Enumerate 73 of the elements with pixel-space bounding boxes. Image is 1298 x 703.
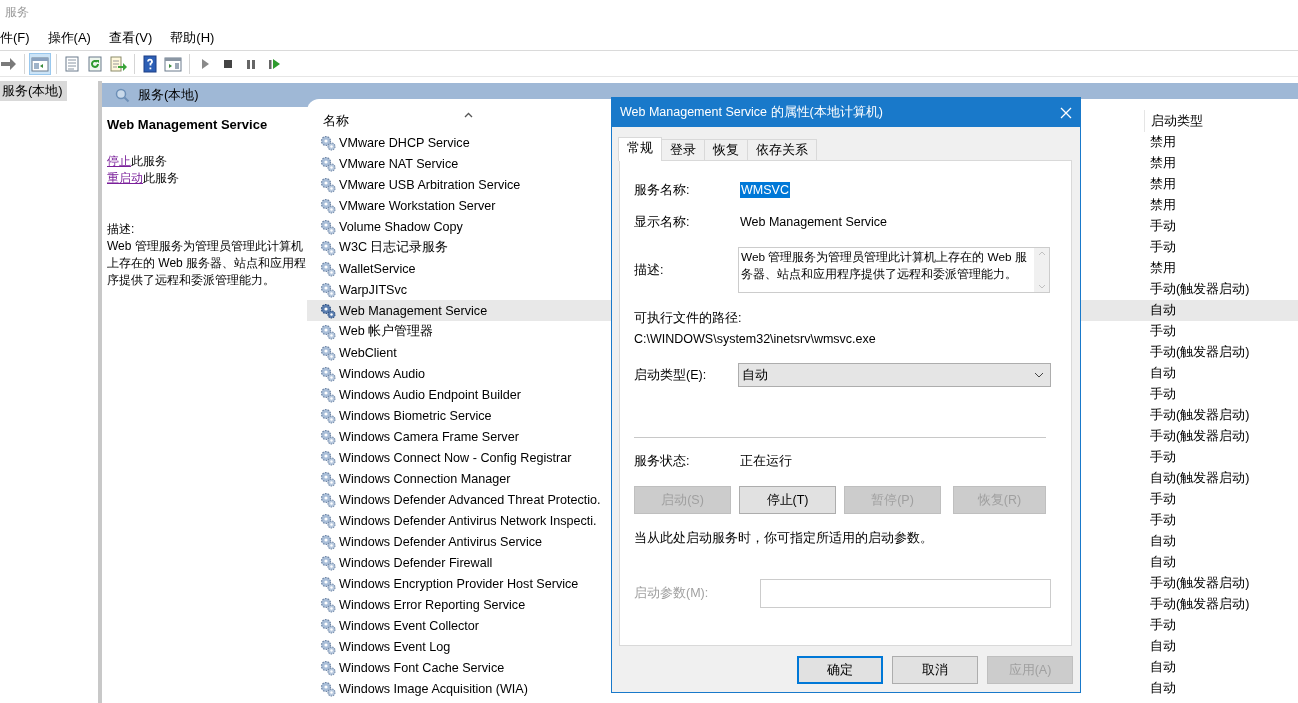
startup-type-cell-text: 自动: [1150, 533, 1177, 550]
service-name-cell: Windows Encryption Provider Host Service: [339, 576, 579, 591]
startup-type-cell-text: 手动(触发器启动): [1150, 428, 1251, 445]
path-value: C:\WINDOWS\system32\inetsrv\wmsvc.exe: [634, 331, 877, 347]
action-text: 停止此服务: [107, 153, 168, 170]
startup-type-cell-text: 禁用: [1150, 260, 1177, 277]
service-name-cell: Windows Error Reporting Service: [339, 597, 526, 612]
service-name-cell: Windows Defender Antivirus Network Inspecti.: [339, 513, 597, 528]
service-name-cell: Windows Event Log: [339, 639, 451, 654]
field-label: 描述:: [634, 261, 665, 279]
display-name-value: Web Management Service: [740, 215, 888, 229]
service-name-cell: VMware USB Arbitration Service: [339, 177, 521, 192]
startup-type-cell-text: 自动: [1150, 554, 1177, 571]
status-value: 正在运行: [740, 452, 792, 470]
startup-type-cell-text: 手动: [1150, 323, 1177, 340]
service-name-cell: Windows Biometric Service: [339, 408, 492, 423]
field-label: 启动参数(M):: [634, 585, 710, 602]
pane-title: 服务(本地): [138, 86, 199, 104]
startup-type-cell-text: 禁用: [1150, 176, 1177, 193]
service-name-cell: Windows Event Collector: [339, 618, 479, 633]
startup-type-cell-text: 手动(触发器启动): [1150, 281, 1251, 298]
startup-type-cell-text: 手动: [1150, 239, 1177, 256]
service-name-cell: Windows Connect Now - Config Registrar: [339, 450, 572, 465]
service-name-cell: Windows Defender Antivirus Service: [339, 534, 542, 549]
startup-type-cell-text: 自动: [1150, 659, 1177, 676]
service-name-cell: Windows Camera Frame Server: [339, 429, 519, 444]
startup-type-cell-text: 手动(触发器启动): [1150, 344, 1251, 361]
service-name-cell: W3C 日志记录服务: [339, 239, 449, 256]
startup-type-cell-text: 禁用: [1150, 155, 1177, 172]
note-text: 当从此处启动服务时，你可指定所适用的启动参数。: [634, 530, 934, 546]
service-name-cell: VMware DHCP Service: [339, 135, 470, 150]
startup-type-cell-text: 手动(触发器启动): [1150, 596, 1251, 613]
service-name-cell: Windows Defender Firewall: [339, 555, 493, 570]
service-name-cell: Windows Defender Advanced Threat Protectio.: [339, 492, 601, 507]
window-title: 服务: [4, 4, 30, 21]
startup-type-cell-text: 手动: [1150, 449, 1177, 466]
service-name-cell: Windows Audio: [339, 366, 426, 381]
action-text: 重启动此服务: [107, 170, 180, 187]
startup-type-cell-text: 自动(触发器启动): [1150, 470, 1251, 487]
startup-type-cell-text: 手动: [1150, 617, 1177, 634]
service-name-cell: Volume Shadow Copy: [339, 219, 463, 234]
field-label: 服务名称:: [634, 181, 691, 199]
field-label: 可执行文件的路径:: [634, 310, 743, 326]
service-name-cell: Web 帐户管理器: [339, 323, 434, 340]
service-name-cell: Web Management Service: [339, 303, 488, 318]
description-text: Web 管理服务为管理员管理此计算机上存在的 Web 服务器、站点和应用程序提供了远程和委派管理能力。: [107, 238, 307, 289]
service-name-cell: Windows Image Acquisition (WIA): [339, 681, 528, 696]
service-name-cell: WebClient: [339, 345, 397, 360]
service-name-cell: Windows Connection Manager: [339, 471, 511, 486]
startup-type-cell-text: 自动: [1150, 638, 1177, 655]
startup-type-cell-text: 自动: [1150, 302, 1177, 319]
service-name-cell: WarpJITSvc: [339, 282, 408, 297]
startup-type-cell-text: 禁用: [1150, 134, 1177, 151]
service-name-cell: VMware Workstation Server: [339, 198, 496, 213]
startup-type-cell-text: 手动(触发器启动): [1150, 407, 1251, 424]
service-name-cell: VMware NAT Service: [339, 156, 459, 171]
service-name: Web Management Service: [107, 116, 269, 133]
service-name-cell: WalletService: [339, 261, 416, 276]
startup-type-cell-text: 手动(触发器启动): [1150, 575, 1251, 592]
startup-type-cell-text: 手动: [1150, 491, 1177, 508]
startup-type-cell-text: 手动: [1150, 218, 1177, 235]
startup-type-cell-text: 手动: [1150, 386, 1177, 403]
startup-type-cell-text: 禁用: [1150, 197, 1177, 214]
startup-type-cell-text: 自动: [1150, 680, 1177, 697]
field-label: 显示名称:: [634, 213, 691, 231]
startup-type-cell-text: 手动: [1150, 512, 1177, 529]
field-label: 服务状态:: [634, 452, 691, 470]
description-label: 描述:: [107, 221, 136, 238]
service-name-cell: Windows Font Cache Service: [339, 660, 505, 675]
service-name-cell: Windows Audio Endpoint Builder: [339, 387, 522, 402]
startup-type-cell-text: 自动: [1150, 365, 1177, 382]
field-label: 启动类型(E):: [634, 366, 708, 384]
dialog-title: Web Management Service 的属性(本地计算机): [620, 104, 883, 121]
